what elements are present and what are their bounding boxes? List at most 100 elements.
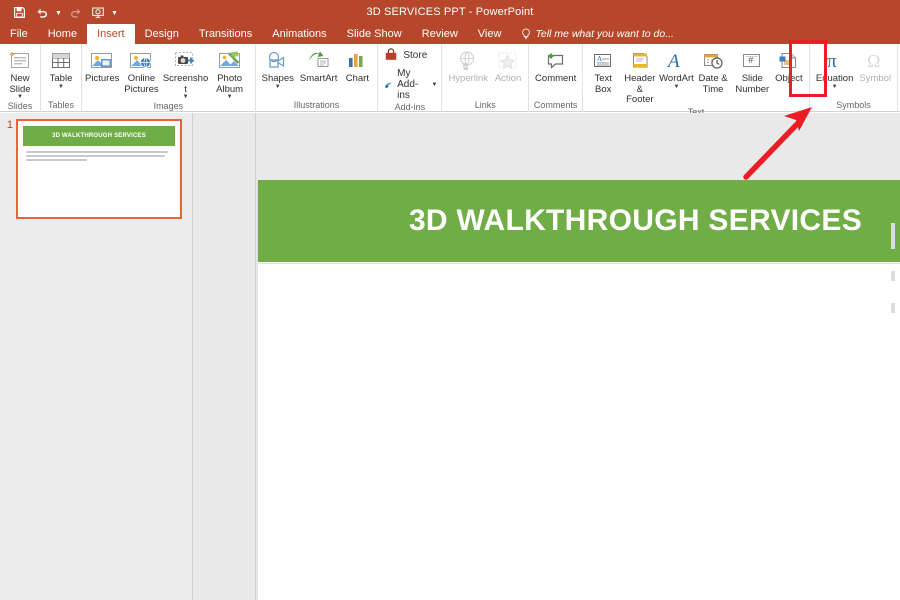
tab-file[interactable]: File <box>0 24 38 44</box>
action-label: Action <box>494 73 522 84</box>
tab-design[interactable]: Design <box>135 24 189 44</box>
new-slide-label: New Slide <box>9 73 31 95</box>
symbol-label: Symbol <box>859 73 892 84</box>
tab-insert[interactable]: Insert <box>87 24 135 44</box>
my-addins-label: My Add-ins <box>397 68 419 101</box>
group-label-tables: Tables <box>47 100 74 110</box>
slide-title-band[interactable]: 3D WALKTHROUGH SERVICES <box>258 180 900 262</box>
thumbnail-title-band: 3D WALKTHROUGH SERVICES <box>23 126 175 146</box>
text-box-icon: A <box>591 48 615 74</box>
table-icon <box>49 48 73 74</box>
ribbon-group-text: A Text Box Header & Footer A WordArt ▼ D… <box>583 44 810 117</box>
pictures-label: Pictures <box>85 73 120 84</box>
new-slide-button[interactable]: New Slide ▼ <box>3 46 37 100</box>
date-time-label: Date & Time <box>698 73 728 95</box>
tab-animations[interactable]: Animations <box>262 24 336 44</box>
slide-number-button[interactable]: # Slide Number <box>733 46 772 95</box>
shapes-caret-icon[interactable]: ▼ <box>275 84 281 90</box>
my-addins-caret-icon[interactable]: ▼ <box>431 82 437 88</box>
tell-me-box[interactable]: Tell me what you want to do... <box>511 24 680 44</box>
thumbnail-title: 3D WALKTHROUGH SERVICES <box>52 133 146 139</box>
symbol-button: Ω Symbol <box>856 46 894 85</box>
action-icon <box>495 48 521 74</box>
header-footer-button[interactable]: Header & Footer <box>620 46 659 106</box>
ribbon-group-illustrations: Shapes ▼ SmartArt Chart Illustrations <box>256 44 379 112</box>
slide-title: 3D WALKTHROUGH SERVICES <box>408 204 862 237</box>
group-label-links: Links <box>474 100 496 110</box>
svg-text:π: π <box>827 51 837 72</box>
store-label: Store <box>403 49 428 61</box>
thumbnail-row: 1 3D WALKTHROUGH SERVICES <box>0 119 193 219</box>
chart-icon <box>345 48 369 74</box>
hyperlink-icon <box>455 48 481 74</box>
shapes-icon <box>265 48 291 74</box>
table-caret-icon[interactable]: ▼ <box>58 84 64 90</box>
slide-band-separator <box>258 263 900 264</box>
comment-label: Comment <box>535 73 577 84</box>
symbol-icon: Ω <box>863 48 887 74</box>
comment-button[interactable]: Comment <box>532 46 579 85</box>
ribbon-group-links: Hyperlink Action Links <box>442 44 530 112</box>
slide-canvas[interactable]: 3D WALKTHROUGH SERVICES <box>257 180 900 600</box>
screenshot-button[interactable]: Screenshot ▼ <box>163 46 208 100</box>
text-box-button[interactable]: A Text Box <box>586 46 620 95</box>
store-button[interactable]: Store <box>384 48 427 62</box>
table-button[interactable]: Table ▼ <box>44 46 78 90</box>
text-box-label: Text Box <box>594 73 612 95</box>
powerpoint-window: ▼ ▼ 3D SERVICES PPT - PowerPoint File Ho… <box>0 0 900 600</box>
pictures-button[interactable]: Pictures <box>85 46 119 85</box>
object-button[interactable]: Object <box>772 46 806 85</box>
save-icon[interactable] <box>8 2 30 22</box>
svg-text:A: A <box>666 51 680 72</box>
chart-label: Chart <box>345 73 369 84</box>
photo-album-button[interactable]: Photo Album ▼ <box>208 46 252 100</box>
wordart-caret-icon[interactable]: ▼ <box>673 84 679 90</box>
tab-view[interactable]: View <box>468 24 512 44</box>
action-button: Action <box>491 46 525 85</box>
equation-caret-icon[interactable]: ▼ <box>832 84 838 90</box>
my-addins-button[interactable]: My Add-ins ▼ <box>384 68 437 101</box>
tab-transitions[interactable]: Transitions <box>189 24 262 44</box>
online-pictures-label: Online Pictures <box>124 73 159 95</box>
pictures-icon <box>89 48 115 74</box>
photo-album-icon <box>217 48 243 74</box>
pane-divider[interactable] <box>194 113 256 600</box>
slide-thumbnail-1[interactable]: 3D WALKTHROUGH SERVICES <box>16 119 182 219</box>
screenshot-icon <box>173 48 199 74</box>
slide-number-label: Slide Number <box>735 73 770 95</box>
ribbon-group-tables: Table ▼ Tables <box>41 44 82 112</box>
group-label-comments: Comments <box>533 100 578 110</box>
ribbon-group-slides: New Slide ▼ Slides <box>0 44 41 112</box>
online-pictures-button[interactable]: Online Pictures <box>119 46 163 95</box>
tab-review[interactable]: Review <box>412 24 468 44</box>
ribbon-group-images: Pictures Online Pictures Screenshot ▼ Ph… <box>82 44 256 112</box>
undo-dropdown-icon[interactable]: ▼ <box>54 2 63 22</box>
chart-button[interactable]: Chart <box>340 46 374 85</box>
wordart-icon: A <box>664 48 688 74</box>
slide-number-icon: # <box>740 48 764 74</box>
date-time-button[interactable]: Date & Time <box>693 46 732 95</box>
start-presentation-icon[interactable] <box>87 2 109 22</box>
thumbnail-number: 1 <box>6 119 13 131</box>
tell-me-label: Tell me what you want to do... <box>535 28 674 40</box>
svg-text:A: A <box>597 55 602 63</box>
slide-thumbnail-pane[interactable]: 1 3D WALKTHROUGH SERVICES <box>0 113 193 600</box>
thumbnail-body-text <box>26 151 172 163</box>
vertical-scrollbar[interactable] <box>891 223 896 335</box>
shapes-button[interactable]: Shapes ▼ <box>259 46 297 90</box>
ribbon-tabs: File Home Insert Design Transitions Anim… <box>0 24 900 44</box>
smartart-button[interactable]: SmartArt <box>297 46 340 85</box>
group-label-illustrations: Illustrations <box>293 100 340 110</box>
wordart-button[interactable]: A WordArt ▼ <box>659 46 694 90</box>
smartart-label: SmartArt <box>299 73 338 84</box>
hyperlink-button: Hyperlink <box>445 46 491 85</box>
undo-icon[interactable] <box>31 2 53 22</box>
ribbon-group-addins: Store My Add-ins ▼ Add-ins <box>378 44 443 112</box>
lightbulb-icon <box>522 28 531 40</box>
store-icon <box>386 48 397 60</box>
ribbon-group-comments: Comment Comments <box>529 44 584 112</box>
tab-slide-show[interactable]: Slide Show <box>337 24 412 44</box>
equation-button[interactable]: π Equation ▼ <box>813 46 857 90</box>
tab-home[interactable]: Home <box>38 24 87 44</box>
customize-qat-icon[interactable]: ▼ <box>110 2 119 22</box>
